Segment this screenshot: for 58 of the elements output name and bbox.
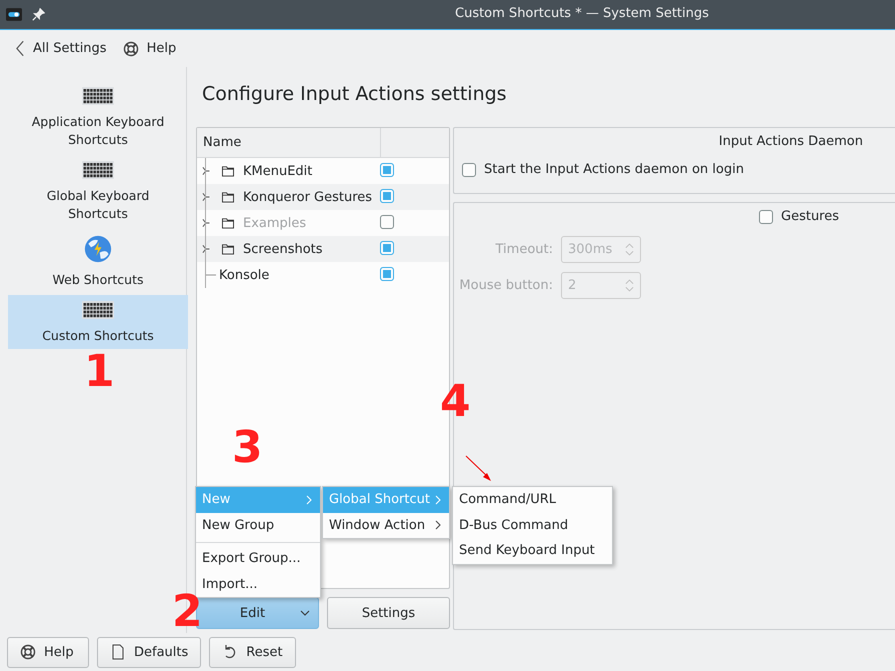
keyboard-icon — [82, 161, 114, 179]
lifebuoy-icon — [122, 40, 139, 56]
checkbox-label: Start the Input Actions daemon on login — [484, 162, 744, 177]
tree-item-label: KMenuEdit — [243, 164, 314, 178]
keyboard-icon — [82, 301, 114, 319]
tree-row[interactable]: Konqueror Gestures — [197, 184, 449, 210]
checkbox[interactable] — [462, 162, 476, 176]
pin-icon[interactable] — [32, 8, 45, 21]
sidebar-item[interactable]: Custom Shortcuts — [8, 295, 188, 349]
spin-arrows-icon — [625, 278, 634, 293]
tree-item-label: Examples — [243, 216, 308, 230]
folder-icon — [222, 243, 234, 255]
tree-row[interactable]: Screenshots — [197, 236, 449, 262]
menu-item[interactable]: Command/URL — [453, 487, 612, 512]
spin-arrows-icon — [625, 242, 634, 257]
keyboard-icon — [82, 87, 114, 105]
window-title: Custom Shortcuts * — System Settings — [455, 6, 709, 21]
sidebar-item[interactable]: Web Shortcuts — [8, 229, 188, 293]
sidebar-item[interactable]: Global Keyboard Shortcuts — [8, 155, 188, 227]
group-title: Input Actions Daemon — [718, 134, 864, 149]
globe-icon — [84, 235, 112, 263]
help-button[interactable]: Help — [7, 636, 89, 668]
tree-row[interactable]: Konsole — [197, 262, 449, 288]
folder-icon — [222, 191, 234, 203]
menu-item[interactable]: Window Action — [323, 512, 449, 538]
defaults-button[interactable]: Defaults — [97, 636, 202, 668]
field-label: Mouse button: — [458, 278, 553, 293]
tree-item-label: Screenshots — [243, 242, 324, 256]
handwritten-number: 1 — [84, 350, 115, 394]
lifebuoy-icon — [20, 644, 36, 660]
handwritten-number: 3 — [232, 426, 263, 470]
checkbox[interactable] — [380, 240, 394, 254]
help-button[interactable]: Help — [120, 38, 178, 58]
menu-item[interactable]: D-Bus Command — [453, 512, 612, 538]
app-icon — [6, 8, 22, 21]
folder-icon — [222, 217, 234, 229]
sidebar-item[interactable]: Application Keyboard Shortcuts — [8, 81, 188, 153]
reset-button[interactable]: Reset — [209, 636, 296, 668]
tree-item-label: Konqueror Gestures — [243, 190, 374, 204]
checkbox-label: Gestures — [781, 209, 840, 224]
menu-item[interactable]: Send Keyboard Input — [453, 538, 612, 564]
handwritten-number: 4 — [440, 380, 471, 424]
menu-item[interactable]: New Group — [196, 512, 320, 538]
menu-item[interactable]: Import... — [196, 572, 320, 597]
checkbox[interactable] — [380, 162, 394, 176]
back-button[interactable]: All Settings — [14, 38, 109, 59]
checkbox[interactable] — [380, 188, 394, 202]
tree-item-label: Konsole — [219, 268, 270, 282]
document-icon — [110, 644, 126, 660]
menu-item[interactable]: Export Group... — [196, 542, 320, 572]
field-label: Timeout: — [494, 242, 553, 257]
checkbox[interactable] — [759, 210, 773, 224]
back-icon — [16, 40, 25, 57]
caret-icon — [300, 610, 310, 616]
folder-icon — [222, 165, 234, 177]
settings-button[interactable]: Settings — [327, 597, 450, 629]
page-heading: Configure Input Actions settings — [202, 83, 508, 107]
checkbox[interactable] — [380, 266, 394, 280]
